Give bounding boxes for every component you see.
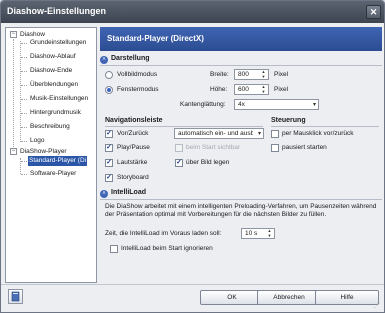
play-pause-label: Play/Pause (117, 144, 150, 151)
storyboard-label: Storyboard (117, 174, 149, 181)
spinner-arrows-icon[interactable]: ▲ ▼ (260, 84, 267, 94)
storyboard-checkbox[interactable]: ✓ (105, 174, 113, 182)
steuerung-title: Steuerung (271, 117, 306, 124)
ueber-bild-checkbox[interactable]: ✓ (175, 159, 183, 167)
breite-label: Breite: (210, 71, 229, 78)
pausiert-checkbox[interactable] (271, 144, 279, 152)
play-pause-checkbox[interactable]: ✓ (105, 144, 113, 152)
tree-line (21, 43, 27, 44)
tree-line (21, 161, 27, 162)
breite-unit: Pixel (274, 71, 289, 78)
zeit-value: 10 s (245, 230, 258, 237)
spinner-arrows-icon[interactable]: ▲ ▼ (260, 69, 267, 79)
section-darstellung[interactable]: ˄ Darstellung (100, 55, 382, 66)
divider (105, 126, 263, 127)
zeit-spinner[interactable]: 10 s ▲ ▼ (241, 228, 275, 239)
tree-line (21, 71, 27, 72)
tree-line (21, 85, 27, 86)
divider (100, 65, 382, 66)
ueber-bild-label: über Bild legen (186, 159, 230, 166)
beim-start-label: beim Start sichtbar (186, 144, 241, 151)
title-bar[interactable]: Diashow-Einstellungen ✕ (1, 1, 384, 23)
tree-line (21, 141, 27, 142)
book-icon (11, 291, 20, 302)
help-book-icon[interactable] (8, 289, 23, 304)
vollbild-label: Vollbildmodus (117, 71, 158, 78)
tree-expander[interactable]: − (10, 31, 17, 38)
kanten-value: 4x (238, 101, 245, 108)
beim-start-checkbox[interactable] (175, 144, 183, 152)
tree-item-ueberblendungen[interactable]: Überblendungen (30, 80, 78, 90)
window-title: Diashow-Einstellungen (7, 6, 107, 16)
fenster-radio[interactable] (105, 86, 113, 94)
close-button[interactable]: ✕ (366, 5, 381, 19)
navigation-title: Navigationsleiste (105, 117, 163, 124)
section-title: IntelliLoad (111, 189, 146, 196)
intelliload-ignore-checkbox[interactable] (110, 245, 118, 253)
vollbild-radio[interactable] (105, 71, 113, 79)
tree-item-grundeinstellungen[interactable]: Grundeinstellungen (30, 38, 86, 48)
settings-tree[interactable]: − Diashow Grundeinstellungen Diashow-Abl… (5, 27, 97, 283)
section-title: Darstellung (111, 55, 150, 62)
zeit-label: Zeit, die IntelliLoad im Voraus laden so… (105, 230, 222, 237)
tree-item-software-player[interactable]: Software-Player (30, 169, 76, 179)
hoehe-label: Höhe: (210, 86, 228, 93)
vor-zurueck-label: Vor/Zurück (117, 130, 149, 137)
tree-item-standard-player[interactable]: Standard-Player (Di (28, 156, 88, 166)
page-title: Standard-Player (DirectX) (107, 34, 204, 43)
hoehe-value: 600 (238, 86, 249, 93)
mausklick-checkbox[interactable] (271, 130, 279, 138)
tree-item-diashow-ende[interactable]: Diashow-Ende (30, 66, 72, 76)
hoehe-unit: Pixel (274, 86, 289, 93)
divider (271, 126, 379, 127)
dialog-window: Diashow-Einstellungen ✕ − Diashow Grunde… (0, 0, 385, 313)
kanten-label: Kantenglättung: (180, 101, 226, 108)
breite-spinner[interactable]: 800 ▲ ▼ (234, 69, 269, 80)
lautstaerke-checkbox[interactable]: ✓ (105, 159, 113, 167)
divider (100, 199, 382, 200)
tree-line (21, 113, 27, 114)
footer-divider (1, 284, 384, 285)
help-button[interactable]: Hilfe (315, 290, 379, 305)
fenster-label: Fenstermodus (117, 86, 159, 93)
kanten-select[interactable]: 4x ▾ (234, 99, 319, 110)
page-header: Standard-Player (DirectX) (100, 27, 382, 51)
intelliload-description: Die DiaShow arbeitet mit einem intellige… (105, 203, 377, 218)
navigation-mode-value: automatisch ein- und ausbl (178, 130, 253, 137)
tree-line (21, 57, 27, 58)
resize-grip-icon[interactable]: ⋰ (374, 302, 382, 310)
tree-expander[interactable]: − (10, 148, 17, 155)
lautstaerke-label: Lautstärke (117, 159, 148, 166)
tree-item-hintergrundmusik[interactable]: Hintergrundmusik (30, 108, 81, 118)
hoehe-spinner[interactable]: 600 ▲ ▼ (234, 84, 269, 95)
vor-zurueck-checkbox[interactable]: ✓ (105, 130, 113, 138)
tree-line (21, 174, 27, 175)
pausiert-label: pausiert starten (282, 144, 327, 151)
mausklick-label: per Mausklick vor/zurück (282, 130, 354, 137)
spinner-arrows-icon[interactable]: ▲ ▼ (266, 228, 273, 238)
breite-value: 800 (238, 71, 249, 78)
tree-item-logo[interactable]: Logo (30, 136, 44, 146)
chevron-down-icon: ▾ (257, 131, 261, 137)
tree-line (13, 39, 14, 149)
collapse-icon[interactable]: ˄ (100, 190, 108, 198)
intelliload-ignore-label: IntelliLoad beim Start ignorieren (121, 245, 213, 252)
chevron-down-icon: ▾ (312, 102, 316, 108)
tree-line (21, 127, 27, 128)
cancel-button[interactable]: Abbrechen (257, 290, 321, 305)
navigation-mode-select[interactable]: automatisch ein- und ausbl ▾ (174, 128, 264, 139)
tree-item-musik-einstellungen[interactable]: Musik-Einstellungen (30, 94, 88, 104)
close-icon: ✕ (369, 7, 378, 17)
tree-item-diashow-ablauf[interactable]: Diashow-Ablauf (30, 52, 76, 62)
collapse-icon[interactable]: ˄ (100, 56, 108, 64)
tree-line (21, 99, 27, 100)
ok-button[interactable]: OK (200, 290, 264, 305)
tree-item-beschreibung[interactable]: Beschreibung (30, 122, 70, 132)
section-intelliload[interactable]: ˄ IntelliLoad (100, 189, 382, 200)
